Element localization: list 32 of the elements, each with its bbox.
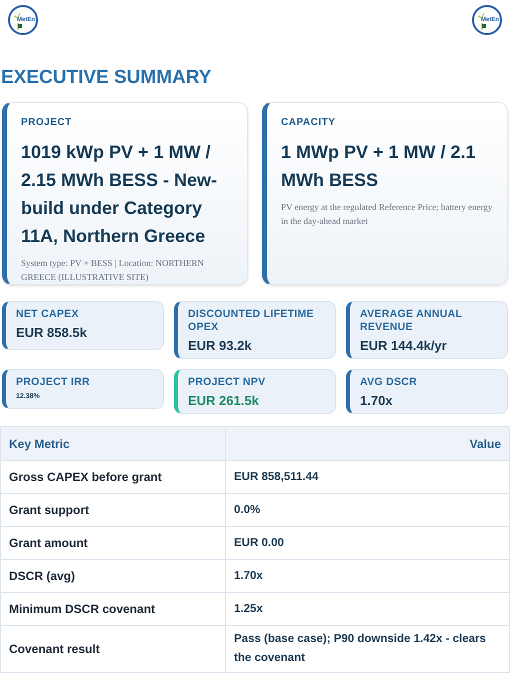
table-cell: EUR 0.00 [226, 526, 510, 560]
table-cell: Grant support [0, 494, 226, 526]
column-header: Value [226, 426, 510, 460]
card-value: 1019 kWp PV + 1 MW / 2.15 MWh BESS - New-build under Category 11A, Northern Greece [21, 141, 218, 248]
kpi-value: EUR 261.5k [188, 393, 260, 409]
kpi-value: EUR 144.4k/yr [360, 338, 448, 354]
card-note: PV energy at the regulated Reference Price; battery energy in the day-ahead market [281, 201, 494, 228]
table-cell: EUR 858,511.44 [226, 460, 510, 494]
kpi-label: PROJECT IRR [16, 376, 91, 389]
table-cell: 1.25x [226, 592, 510, 626]
card-label: CAPACITY [281, 116, 336, 130]
kpi-label: NET CAPEX [16, 308, 80, 321]
table-cell: Gross CAPEX before grant [0, 460, 226, 494]
table-cell: Covenant result [0, 626, 226, 672]
table-cell: Grant amount [0, 526, 226, 560]
kpi-label: AVG DSCR [360, 376, 418, 389]
kpi-value: 1.70x [360, 393, 394, 409]
kpi-label: PROJECT NPV [188, 376, 266, 389]
table-cell: DSCR (avg) [0, 560, 226, 592]
table-cell: 0.0% [226, 494, 510, 526]
card-label: PROJECT [21, 116, 73, 130]
table-cell: Minimum DSCR covenant [0, 592, 226, 626]
kpi-value: EUR 93.2k [188, 338, 253, 354]
card-value: 1 MWp PV + 1 MW / 2.1 MWh BESS [281, 141, 477, 192]
kpi-value: EUR 858.5k [16, 325, 88, 341]
column-header: Key Metric [0, 426, 226, 460]
table-cell: Pass (base case); P90 downside 1.42x - clears the covenant [226, 626, 510, 672]
card-note: System type: PV + BESS | Location: NORTHERN GREECE (ILLUSTRATIVE SITE) [21, 257, 205, 284]
kpi-label: AVERAGE ANNUAL REVENUE [360, 308, 464, 334]
table-cell: 1.70x [226, 560, 510, 592]
kpi-label: DISCOUNTED LIFETIME OPEX [188, 308, 315, 334]
page-title: EXECUTIVE SUMMARY [0, 66, 212, 90]
